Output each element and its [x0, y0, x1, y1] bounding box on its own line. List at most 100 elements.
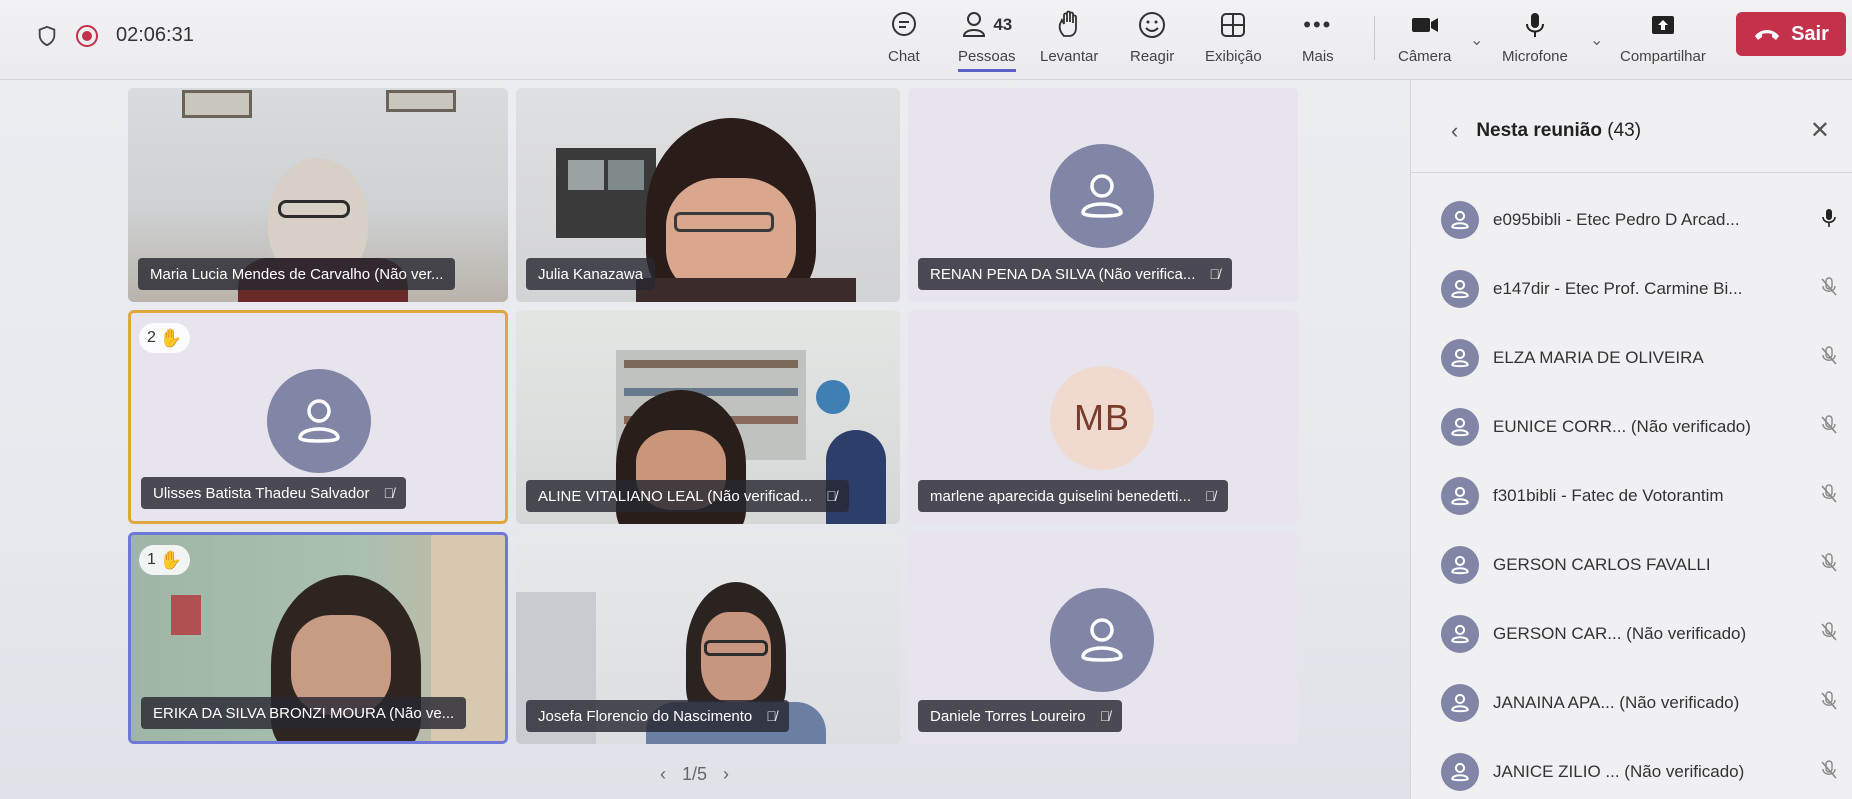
people-panel: ‹ Nesta reunião (43) ✕ e095bibli - Etec …: [1410, 80, 1852, 799]
shield-icon: [38, 25, 56, 46]
participant-tile[interactable]: 1 ✋ ERIKA DA SILVA BRONZI MOURA (Não ve.…: [128, 532, 508, 744]
mic-off-icon: [1817, 345, 1841, 371]
participant-name-tag: RENAN PENA DA SILVA (Não verifica... 🎙̸: [918, 258, 1232, 290]
page-indicator: 1/5: [682, 764, 708, 784]
avatar: [1441, 201, 1479, 239]
mic-off-icon: [1817, 621, 1841, 647]
participant-name-tag: Julia Kanazawa: [526, 258, 656, 290]
people-icon: 43: [961, 8, 1012, 42]
participant-name-tag: Josefa Florencio do Nascimento 🎙̸: [526, 700, 789, 732]
raised-hand-icon: ✋: [159, 549, 183, 570]
person-icon: [1451, 555, 1469, 575]
camera-button[interactable]: Câmera: [1398, 8, 1451, 65]
smile-icon: [1137, 8, 1167, 42]
person-icon: [1451, 486, 1469, 506]
mic-off-icon: [1817, 414, 1841, 440]
participant-tile[interactable]: RENAN PENA DA SILVA (Não verifica... 🎙̸: [908, 88, 1298, 302]
teams-meeting-screen: 02:06:31 Chat 43 Pessoas Levantar Reagir…: [0, 0, 1852, 799]
phone-hangup-icon: [1755, 30, 1780, 40]
recording-icon: [76, 24, 98, 47]
panel-title: Nesta reunião (43): [1476, 120, 1642, 141]
camera-options-chevron-icon[interactable]: ⌄: [1470, 30, 1483, 50]
avatar: [1050, 144, 1154, 248]
avatar: [1441, 684, 1479, 722]
participant-name: e147dir - Etec Prof. Carmine Bi...: [1493, 279, 1743, 298]
participant-tile[interactable]: ALINE VITALIANO LEAL (Não verificad... 🎙…: [516, 310, 900, 524]
person-icon: [1451, 762, 1469, 782]
microphone-icon: [1520, 8, 1550, 42]
mic-off-icon: 🎙̸: [1209, 266, 1220, 282]
participant-row[interactable]: GERSON CARLOS FAVALLI: [1441, 541, 1841, 589]
participant-name-tag: Daniele Torres Loureiro 🎙̸: [918, 700, 1123, 732]
participant-name-tag: marlene aparecida guiselini benedetti...…: [918, 480, 1228, 512]
close-icon[interactable]: ✕: [1810, 116, 1830, 145]
gallery-pager: ‹ 1/5 ›: [660, 764, 729, 785]
participant-name-tag: ERIKA DA SILVA BRONZI MOURA (Não ve...: [141, 697, 467, 729]
participant-row[interactable]: EUNICE CORR... (Não verificado): [1441, 403, 1841, 451]
hand-icon: [1054, 8, 1084, 42]
mic-off-icon: [1817, 759, 1841, 785]
avatar: [1441, 615, 1479, 653]
mic-off-icon: 🎙̸: [826, 488, 837, 504]
participant-name-tag: Ulisses Batista Thadeu Salvador 🎙̸: [141, 477, 407, 509]
participant-name: JANAINA APA... (Não verificado): [1493, 693, 1740, 712]
participant-row[interactable]: f301bibli - Fatec de Votorantim: [1441, 472, 1841, 520]
participant-name-tag: ALINE VITALIANO LEAL (Não verificad... 🎙…: [526, 480, 849, 512]
participant-tile[interactable]: MB marlene aparecida guiselini benedetti…: [908, 310, 1298, 524]
back-chevron-icon[interactable]: ‹: [1451, 118, 1458, 144]
leave-button[interactable]: Sair: [1736, 12, 1846, 56]
react-button[interactable]: Reagir: [1130, 8, 1174, 65]
chat-icon: [889, 8, 919, 42]
participant-name: EUNICE CORR... (Não verificado): [1493, 417, 1751, 436]
avatar: [267, 369, 371, 473]
meeting-toolbar: 02:06:31 Chat 43 Pessoas Levantar Reagir…: [0, 0, 1852, 80]
view-button[interactable]: Exibição: [1205, 8, 1262, 65]
mic-off-icon: 🎙̸: [383, 485, 395, 501]
participant-tile[interactable]: Josefa Florencio do Nascimento 🎙̸: [516, 532, 900, 744]
next-page-icon[interactable]: ›: [723, 764, 729, 785]
person-icon: [1451, 624, 1469, 644]
participant-name: ELZA MARIA DE OLIVEIRA: [1493, 348, 1704, 367]
participant-row[interactable]: ELZA MARIA DE OLIVEIRA: [1441, 334, 1841, 382]
participant-name: GERSON CAR... (Não verificado): [1493, 624, 1747, 643]
raised-hand-badge: 2 ✋: [139, 323, 191, 353]
mic-off-icon: 🎙̸: [1099, 708, 1111, 724]
mic-off-icon: [1817, 276, 1841, 302]
divider: [1411, 172, 1852, 173]
participant-name: f301bibli - Fatec de Votorantim: [1493, 486, 1724, 505]
raise-hand-button[interactable]: Levantar: [1040, 8, 1098, 65]
people-button[interactable]: 43 Pessoas: [958, 8, 1016, 72]
avatar: [1441, 270, 1479, 308]
participant-tile[interactable]: Maria Lucia Mendes de Carvalho (Não ver.…: [128, 88, 508, 302]
meeting-status: 02:06:31: [36, 24, 194, 47]
participant-row[interactable]: e095bibli - Etec Pedro D Arcad...: [1441, 196, 1841, 244]
microphone-options-chevron-icon[interactable]: ⌄: [1590, 30, 1603, 50]
participant-tile[interactable]: Daniele Torres Loureiro 🎙̸: [908, 532, 1298, 744]
grid-icon: [1218, 8, 1248, 42]
participant-row[interactable]: JANICE ZILIO ... (Não verificado): [1441, 748, 1841, 796]
mic-off-icon: [1817, 552, 1841, 578]
participant-row[interactable]: e147dir - Etec Prof. Carmine Bi...: [1441, 265, 1841, 313]
participant-row[interactable]: GERSON CAR... (Não verificado): [1441, 610, 1841, 658]
avatar: [1050, 588, 1154, 692]
person-icon: [1451, 693, 1469, 713]
avatar: [1441, 753, 1479, 791]
participant-name: e095bibli - Etec Pedro D Arcad...: [1493, 210, 1740, 229]
person-icon: [298, 399, 340, 443]
microphone-button[interactable]: Microfone: [1502, 8, 1568, 65]
prev-page-icon[interactable]: ‹: [660, 764, 666, 785]
more-icon: •••: [1303, 12, 1333, 37]
more-button[interactable]: ••• Mais: [1302, 8, 1334, 65]
participant-tile[interactable]: 2 ✋ Ulisses Batista Thadeu Salvador 🎙̸: [128, 310, 508, 524]
raised-hand-icon: ✋: [159, 327, 183, 348]
people-count: 43: [993, 15, 1013, 34]
person-icon: [1451, 210, 1469, 230]
participant-tile[interactable]: Julia Kanazawa: [516, 88, 900, 302]
avatar: [1441, 408, 1479, 446]
participant-row[interactable]: JANAINA APA... (Não verificado): [1441, 679, 1841, 727]
person-icon: [1081, 618, 1123, 662]
share-button[interactable]: Compartilhar: [1620, 8, 1706, 65]
person-icon: [1451, 348, 1469, 368]
share-icon: [1648, 8, 1678, 42]
chat-button[interactable]: Chat: [888, 8, 920, 65]
